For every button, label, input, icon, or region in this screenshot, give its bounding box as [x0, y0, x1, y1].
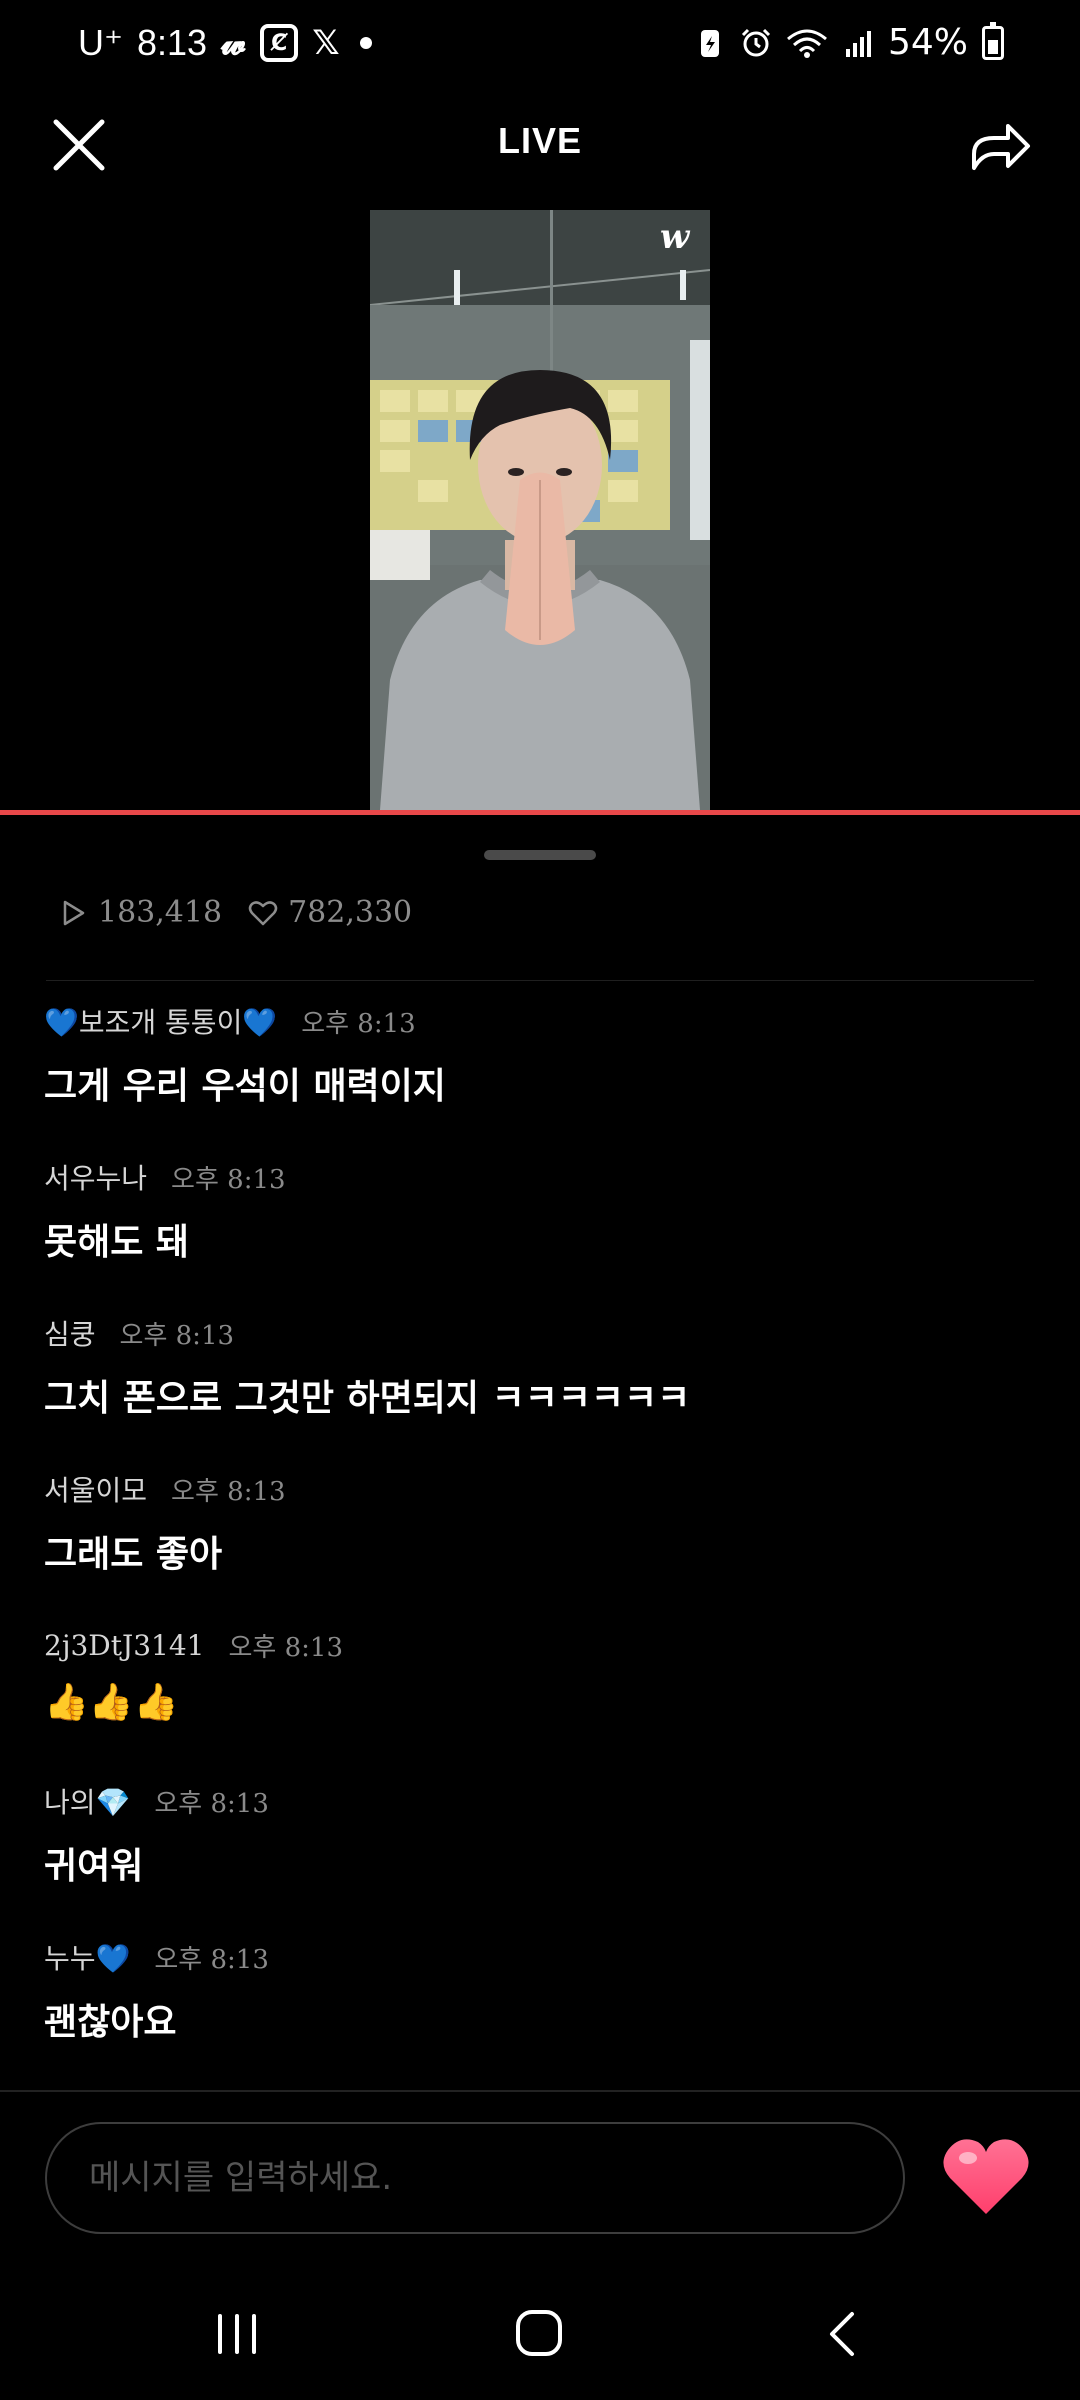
- wifi-icon: [787, 29, 827, 58]
- chat-list[interactable]: 💙보조개 통통이💙 오후 8:13 그게 우리 우석이 매력이지 서우누나 오후…: [44, 995, 1034, 2087]
- chat-text: 귀여워: [44, 1846, 144, 1887]
- x-icon: 𝕏: [312, 23, 340, 63]
- message-input[interactable]: [45, 2122, 905, 2234]
- chat-username[interactable]: 누누💙: [44, 1937, 130, 1977]
- notification-dot: [359, 37, 372, 49]
- play-count-value: 183,418: [98, 895, 223, 930]
- divider: [0, 2090, 1080, 2092]
- chat-meta: 💙보조개 통통이💙 오후 8:13: [44, 995, 416, 1047]
- battery-icon: [982, 21, 1004, 60]
- alarm-icon: [741, 28, 771, 56]
- chat-message: 서울이모 오후 8:13 그래도 좋아: [44, 1463, 1034, 1619]
- back-button[interactable]: [822, 2308, 862, 2360]
- status-left: U⁺ 8:13 𝔀 Ȼ 𝕏: [78, 22, 372, 64]
- carrier-label: U⁺: [78, 22, 123, 63]
- live-video[interactable]: w: [370, 210, 710, 810]
- chat-meta: 나의💎 오후 8:13: [44, 1775, 269, 1827]
- chat-text: 못해도 돼: [44, 1222, 190, 1263]
- chat-username[interactable]: 💙보조개 통통이💙: [44, 1001, 277, 1041]
- divider: [46, 980, 1034, 981]
- weverse-icon: 𝔀: [221, 23, 247, 63]
- chat-username[interactable]: 서울이모: [44, 1469, 147, 1509]
- chat-message: 서우누나 오후 8:13 못해도 돼: [44, 1151, 1034, 1307]
- battery-percent: 54%: [887, 22, 968, 63]
- chat-text: 그치 폰으로 그것만 하면되지 ㅋㅋㅋㅋㅋㅋ: [44, 1378, 691, 1419]
- home-button[interactable]: [514, 2308, 564, 2358]
- chat-username[interactable]: 서우누나: [44, 1157, 147, 1197]
- chat-message: 2j3DtJ3141 오후 8:13 👍👍👍: [44, 1619, 1034, 1775]
- heart-button[interactable]: [940, 2134, 1032, 2218]
- share-button[interactable]: [964, 110, 1036, 182]
- clock: 8:13: [137, 22, 208, 63]
- chat-meta: 서우누나 오후 8:13: [44, 1151, 286, 1203]
- chat-username[interactable]: 2j3DtJ3141: [44, 1629, 205, 1662]
- chat-meta: 누누💙 오후 8:13: [44, 1931, 269, 1983]
- chat-message: 💙보조개 통통이💙 오후 8:13 그게 우리 우석이 매력이지: [44, 995, 1034, 1151]
- chat-message: 누누💙 오후 8:13 괜찮아요: [44, 1931, 1034, 2087]
- status-bar: U⁺ 8:13 𝔀 Ȼ 𝕏 54%: [0, 0, 1080, 92]
- chat-time: 오후 8:13: [171, 1164, 286, 1195]
- chat-username[interactable]: 심쿵: [44, 1313, 96, 1353]
- status-right: 54%: [694, 21, 1004, 63]
- play-count: 183,418: [58, 895, 222, 930]
- weverse-watermark: w: [660, 217, 691, 257]
- chat-meta: 2j3DtJ3141 오후 8:13: [44, 1619, 343, 1671]
- chat-time: 오후 8:13: [154, 1788, 269, 1819]
- battery-saver-icon: [700, 29, 719, 57]
- system-nav-bar: [0, 2270, 1080, 2400]
- chat-time: 오후 8:13: [171, 1476, 286, 1507]
- page-title: LIVE: [497, 120, 582, 161]
- chat-time: 오후 8:13: [228, 1632, 344, 1663]
- chat-time: 오후 8:13: [154, 1944, 269, 1975]
- signal-icon: [845, 30, 871, 57]
- chat-text: 괜찮아요: [44, 2002, 177, 2043]
- chat-username[interactable]: 나의💎: [44, 1781, 130, 1821]
- chat-time: 오후 8:13: [119, 1320, 235, 1351]
- chat-text: 그게 우리 우석이 매력이지: [44, 1066, 446, 1107]
- like-count: 782,330: [248, 895, 412, 930]
- video-frame: w: [370, 210, 710, 810]
- live-progress-line: [0, 810, 1080, 815]
- chat-text: 그래도 좋아: [44, 1534, 223, 1575]
- chat-time: 오후 8:13: [301, 1008, 416, 1039]
- live-header: LIVE: [0, 92, 1080, 192]
- play-icon: [63, 900, 85, 925]
- chat-meta: 심쿵 오후 8:13: [44, 1307, 234, 1359]
- chat-message: 나의💎 오후 8:13 귀여워: [44, 1775, 1034, 1931]
- chat-text: 👍👍👍: [44, 1682, 179, 1723]
- like-count-value: 782,330: [288, 895, 413, 930]
- app-box-icon: Ȼ: [260, 24, 299, 62]
- heart-outline-icon: [248, 900, 278, 925]
- chat-message: 심쿵 오후 8:13 그치 폰으로 그것만 하면되지 ㅋㅋㅋㅋㅋㅋ: [44, 1307, 1034, 1463]
- chat-meta: 서울이모 오후 8:13: [44, 1463, 286, 1515]
- recent-apps-button[interactable]: [212, 2310, 262, 2358]
- live-stats: 183,418 782,330: [58, 895, 438, 930]
- sheet-drag-handle[interactable]: [484, 850, 596, 860]
